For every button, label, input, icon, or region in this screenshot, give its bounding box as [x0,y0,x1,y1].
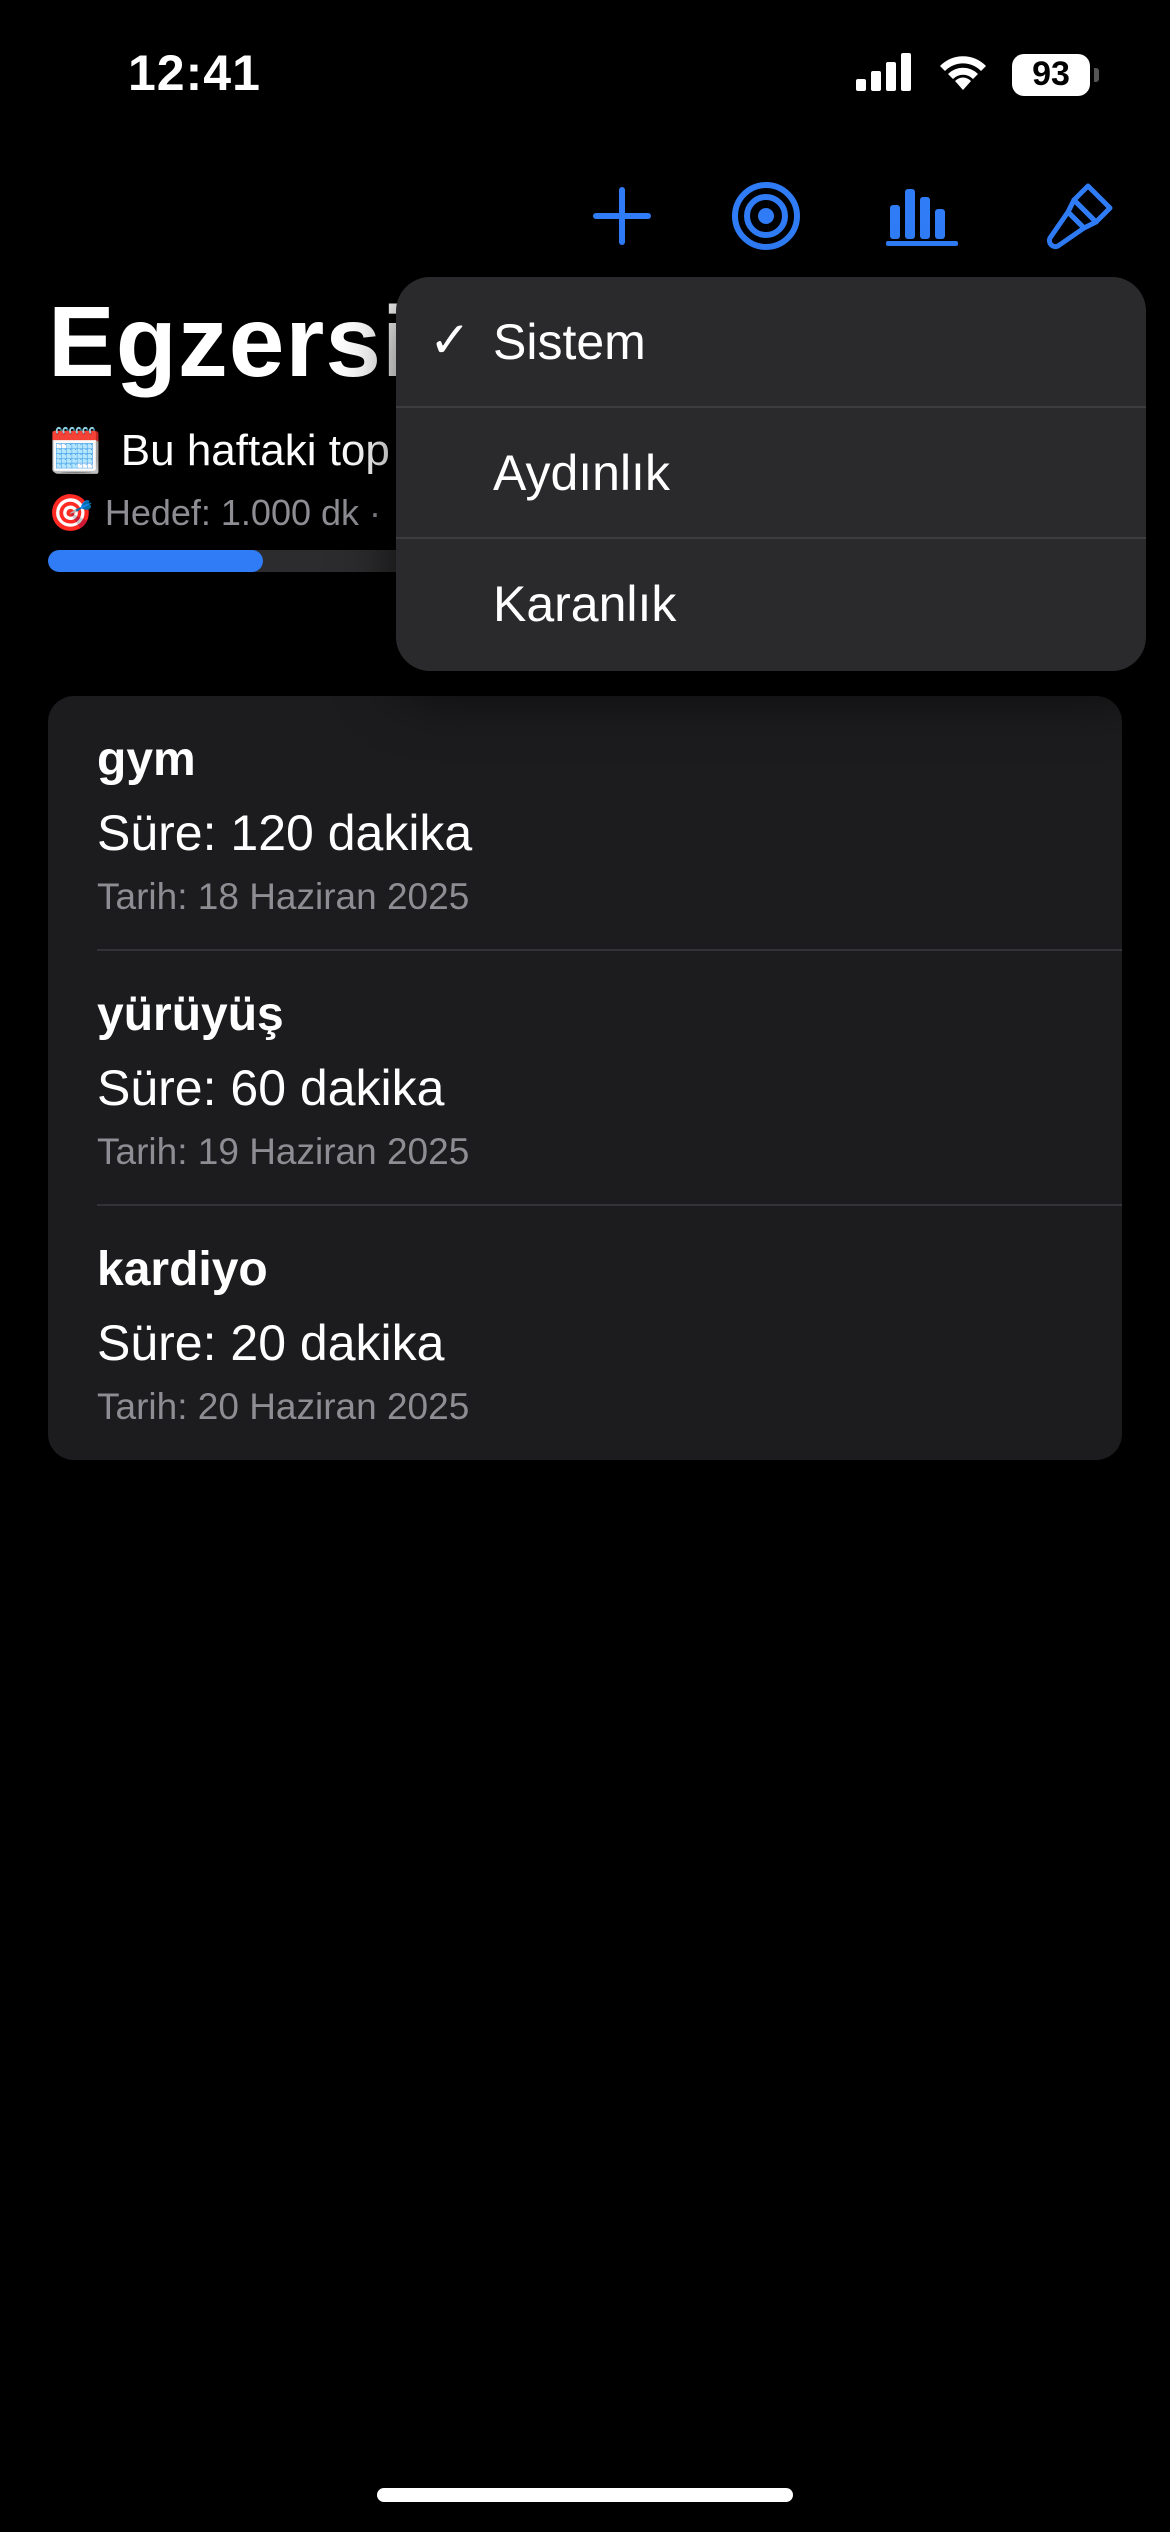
target-icon [732,182,800,250]
exercise-name: yürüyüş [97,988,284,1041]
exercise-date: Tarih: 18 Haziran 2025 [97,876,470,917]
bar-chart-icon [886,189,958,246]
menu-item-sistem[interactable]: ✓ Sistem [396,277,1146,408]
checkmark-icon: ✓ [429,312,471,368]
menu-item-label: Sistem [493,314,646,370]
exercise-list: gym Süre: 120 dakika Tarih: 18 Haziran 2… [48,696,1122,1460]
add-button[interactable] [580,174,664,258]
exercise-date: Tarih: 19 Haziran 2025 [97,1131,470,1172]
stats-button[interactable] [880,174,964,258]
calendar-icon: 🗓️ [48,427,103,476]
progress-fill [48,550,263,572]
menu-item-karanlik[interactable]: Karanlık [396,539,1146,670]
status-time: 12:41 [128,45,261,101]
exercise-row[interactable]: gym Süre: 120 dakika Tarih: 18 Haziran 2… [48,696,1122,951]
exercise-date: Tarih: 20 Haziran 2025 [97,1386,470,1427]
menu-item-aydinlik[interactable]: Aydınlık [396,408,1146,539]
theme-menu: ✓ Sistem Aydınlık Karanlık [396,277,1146,671]
goal-button[interactable] [724,174,808,258]
exercise-duration: Süre: 120 dakika [97,805,473,861]
page-title: Egzersi [48,286,411,398]
status-icons: 93 [856,52,1099,97]
exercise-name: gym [97,733,196,786]
exercise-duration: Süre: 20 dakika [97,1315,445,1371]
cellular-signal-icon [856,53,914,96]
paintbrush-icon [1046,183,1113,250]
goal-label: Hedef: 1.000 dk · [104,492,381,533]
exercise-name: kardiyo [97,1243,268,1296]
plus-icon [593,187,651,245]
exercise-duration: Süre: 60 dakika [97,1060,445,1116]
goal-target-icon: 🎯 [48,492,93,533]
goal-summary: 🎯 Hedef: 1.000 dk · [48,492,381,534]
menu-item-label: Aydınlık [493,445,670,501]
home-indicator[interactable] [377,2488,793,2502]
weekly-total-label: Bu haftaki top [120,426,390,475]
menu-item-label: Karanlık [493,576,677,632]
exercise-row[interactable]: kardiyo Süre: 20 dakika Tarih: 20 Hazira… [48,1206,1122,1460]
exercise-row[interactable]: yürüyüş Süre: 60 dakika Tarih: 19 Hazira… [48,951,1122,1206]
weekly-total: 🗓️ Bu haftaki top [48,425,390,477]
battery-indicator: 93 [1012,53,1099,96]
theme-button[interactable] [1038,174,1122,258]
wifi-icon [936,52,990,97]
